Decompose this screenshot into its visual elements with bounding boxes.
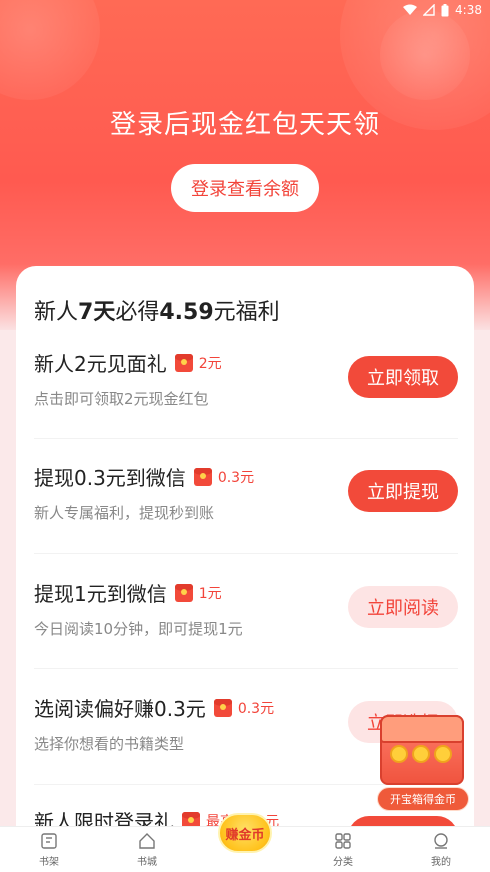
task-name: 选阅读偏好赚0.3元: [34, 697, 206, 721]
task-amount: 0.3元: [217, 469, 255, 486]
coin-icon: [434, 745, 452, 763]
tab-earn-coins[interactable]: 赚金币: [196, 813, 294, 872]
task-name: 提现1元到微信: [34, 582, 167, 606]
bookshelf-icon: [40, 832, 58, 850]
tab-mine[interactable]: 我的: [392, 827, 490, 872]
tab-label: 书架: [39, 856, 59, 868]
bottom-tab-bar: 书架 书城 赚金币 分类 我的: [0, 813, 490, 872]
treasure-chest-label: 开宝箱得金币: [377, 787, 469, 811]
login-button[interactable]: 登录查看余额: [171, 164, 319, 212]
task-desc: 点击即可领取2元现金红包: [34, 390, 209, 408]
category-icon: [334, 832, 352, 850]
task-desc: 今日阅读10分钟，即可提现1元: [34, 620, 243, 638]
red-packet-icon: [174, 353, 193, 372]
task-amount: 0.3元: [237, 700, 275, 717]
task-desc: 新人专属福利，提现秒到账: [34, 504, 215, 522]
divider: [34, 438, 458, 439]
coin-icon: [390, 745, 408, 763]
divider: [34, 553, 458, 554]
task-item: 提现1元到微信 1元 今日阅读10分钟，即可提现1元 立即阅读: [34, 578, 458, 670]
task-desc: 选择你想看的书籍类型: [34, 735, 185, 753]
hero-title: 登录后现金红包天天领: [109, 110, 380, 140]
tab-bookstore[interactable]: 书城: [98, 827, 196, 872]
treasure-chest[interactable]: 开宝箱得金币: [372, 715, 472, 811]
task-item: 提现0.3元到微信 0.3元 新人专属福利，提现秒到账 立即提现: [34, 462, 458, 554]
red-packet-icon: [213, 698, 232, 717]
tab-bookshelf[interactable]: 书架: [0, 827, 98, 872]
task-item: 新人2元见面礼 2元 点击即可领取2元现金红包 立即领取: [34, 348, 458, 440]
tab-label: 书城: [137, 856, 157, 868]
wifi-icon: [403, 4, 418, 16]
task-name: 新人2元见面礼: [34, 352, 167, 376]
status-bar: 4:38: [0, 0, 490, 20]
task-amount: 1元: [198, 585, 222, 602]
tab-label: 分类: [333, 856, 353, 868]
red-packet-icon: [193, 467, 212, 486]
earn-coins-badge: 赚金币: [218, 813, 272, 853]
coin-icon: [412, 745, 430, 763]
user-icon: [432, 832, 450, 850]
withdraw-button[interactable]: 立即提现: [348, 470, 458, 512]
status-time: 4:38: [455, 3, 482, 17]
card-title: 新人7天必得4.59元福利: [34, 300, 280, 325]
no-signal-icon: [423, 4, 435, 16]
bookstore-icon: [138, 832, 156, 850]
task-amount: 2元: [198, 355, 222, 372]
red-packet-icon: [174, 583, 193, 602]
battery-icon: [441, 3, 449, 17]
task-name: 提现0.3元到微信: [34, 466, 186, 490]
claim-button[interactable]: 立即领取: [348, 356, 458, 398]
divider: [34, 668, 458, 669]
tab-label: 我的: [431, 856, 451, 868]
tab-category[interactable]: 分类: [294, 827, 392, 872]
read-button[interactable]: 立即阅读: [348, 586, 458, 628]
